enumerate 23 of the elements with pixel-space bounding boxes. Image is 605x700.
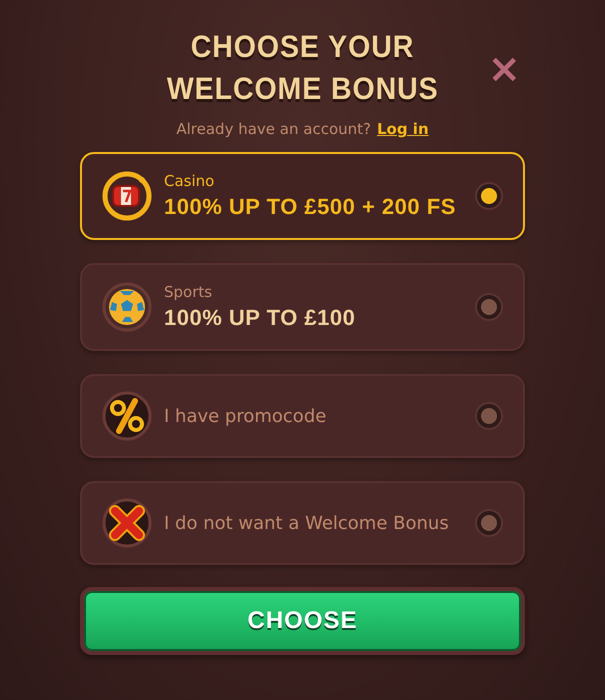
slot-reel-icon: [102, 171, 152, 221]
radio-button[interactable]: [475, 293, 503, 321]
bonus-amount: 100% UP TO £500 + 200 FS: [164, 194, 457, 220]
bonus-option[interactable]: I do not want a Welcome Bonus: [80, 481, 525, 565]
cross-icon: [102, 498, 152, 548]
soccer-ball-icon: [102, 282, 152, 332]
option-label: Casino: [164, 172, 216, 190]
login-prompt: Already have an account?: [176, 120, 371, 138]
bonus-option[interactable]: I have promocode: [80, 374, 525, 458]
choose-button[interactable]: CHOOSE: [80, 587, 525, 655]
radio-button[interactable]: [475, 182, 503, 210]
radio-button[interactable]: [475, 402, 503, 430]
option-label: I have promocode: [164, 406, 328, 426]
bonus-option[interactable]: Casino 100% UP TO £500 + 200 FS: [80, 152, 525, 240]
option-label: Sports: [164, 283, 214, 301]
percent-icon: [102, 391, 152, 441]
modal-title: WELCOME BONUS: [166, 70, 438, 108]
modal-title: CHOOSE YOUR: [190, 28, 414, 66]
bonus-option[interactable]: Sports 100% UP TO £100: [80, 263, 525, 351]
radio-button[interactable]: [475, 509, 503, 537]
login-link[interactable]: Log in: [376, 120, 429, 138]
bonus-amount: 100% UP TO £100: [164, 305, 356, 331]
option-label: I do not want a Welcome Bonus: [164, 512, 450, 534]
